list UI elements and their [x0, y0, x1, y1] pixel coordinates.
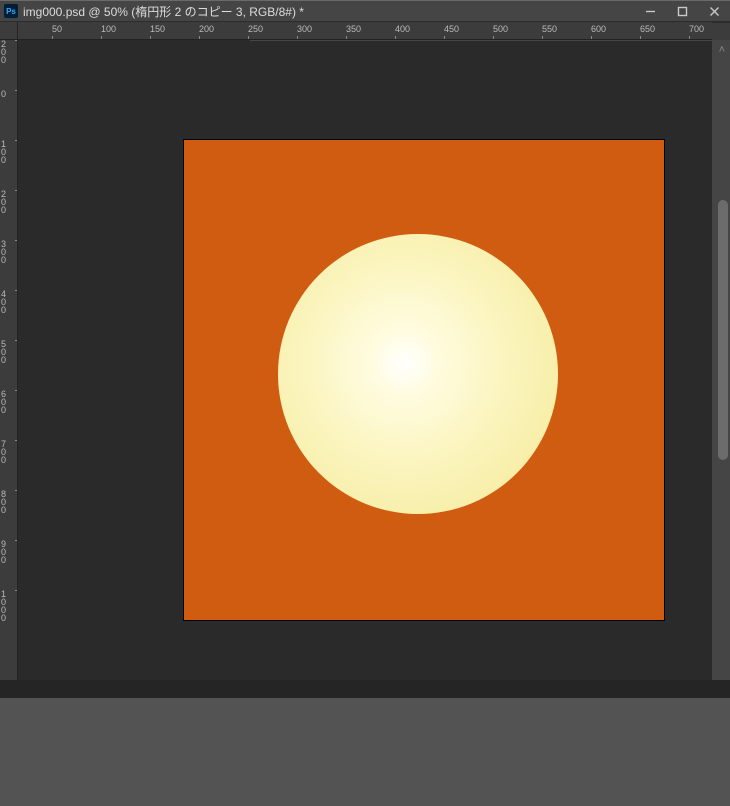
ruler-tick: 700: [689, 24, 704, 34]
ruler-tick: 400: [395, 24, 410, 34]
scroll-up-arrow-icon[interactable]: ˄: [719, 44, 725, 56]
ruler-tick: 600: [591, 24, 606, 34]
ellipse-shape[interactable]: [278, 234, 558, 514]
ruler-tick: 900: [1, 540, 15, 564]
ruler-tick: 400: [1, 290, 15, 314]
vertical-scrollbar[interactable]: [712, 40, 730, 680]
app-chrome-filler: [0, 698, 730, 806]
ruler-tick: 550: [542, 24, 557, 34]
horizontal-ruler[interactable]: 0501001502002503003504004505005506006507…: [18, 22, 712, 40]
minimize-button[interactable]: [634, 1, 666, 21]
photoshop-app-icon: Ps: [4, 4, 18, 18]
ruler-tick: 600: [1, 390, 15, 414]
ruler-tick: 0: [1, 90, 15, 98]
ruler-tick: 300: [297, 24, 312, 34]
ruler-tick: 50: [52, 24, 62, 34]
photoshop-window: Ps img000.psd @ 50% (楕円形 2 のコピー 3, RGB/8…: [0, 0, 730, 806]
work-area: 0 50 100 150 200 250 300 350 400 450 500 550 600 650 7…: [0, 22, 730, 698]
ruler-tick: 200: [1, 190, 15, 214]
ruler-tick: 450: [444, 24, 459, 34]
ruler-tick: 300: [1, 240, 15, 264]
maximize-button[interactable]: [666, 1, 698, 21]
ruler-tick: 250: [248, 24, 263, 34]
ruler-tick: 350: [346, 24, 361, 34]
ruler-corner[interactable]: [0, 22, 18, 40]
vertical-ruler[interactable]: 200 0 100 200 300 400 500 600 700 800 900 1000: [0, 40, 18, 680]
ruler-tick: 200: [199, 24, 214, 34]
ruler-tick: 1000: [1, 590, 15, 622]
window-controls: [634, 1, 730, 21]
ruler-tick: 150: [150, 24, 165, 34]
titlebar[interactable]: Ps img000.psd @ 50% (楕円形 2 のコピー 3, RGB/8…: [0, 0, 730, 22]
ruler-tick: 500: [1, 340, 15, 364]
canvas-viewport[interactable]: [18, 40, 712, 680]
ruler-tick: 200: [1, 40, 15, 64]
vertical-scrollbar-thumb[interactable]: [718, 200, 728, 460]
close-button[interactable]: [698, 1, 730, 21]
ruler-tick: 650: [640, 24, 655, 34]
ruler-tick: 800: [1, 490, 15, 514]
ruler-tick: 100: [101, 24, 116, 34]
document-canvas[interactable]: [184, 140, 664, 620]
ruler-tick: 100: [1, 140, 15, 164]
ruler-tick: 700: [1, 440, 15, 464]
document-title: img000.psd @ 50% (楕円形 2 のコピー 3, RGB/8#) …: [23, 3, 634, 20]
ruler-tick: 500: [493, 24, 508, 34]
